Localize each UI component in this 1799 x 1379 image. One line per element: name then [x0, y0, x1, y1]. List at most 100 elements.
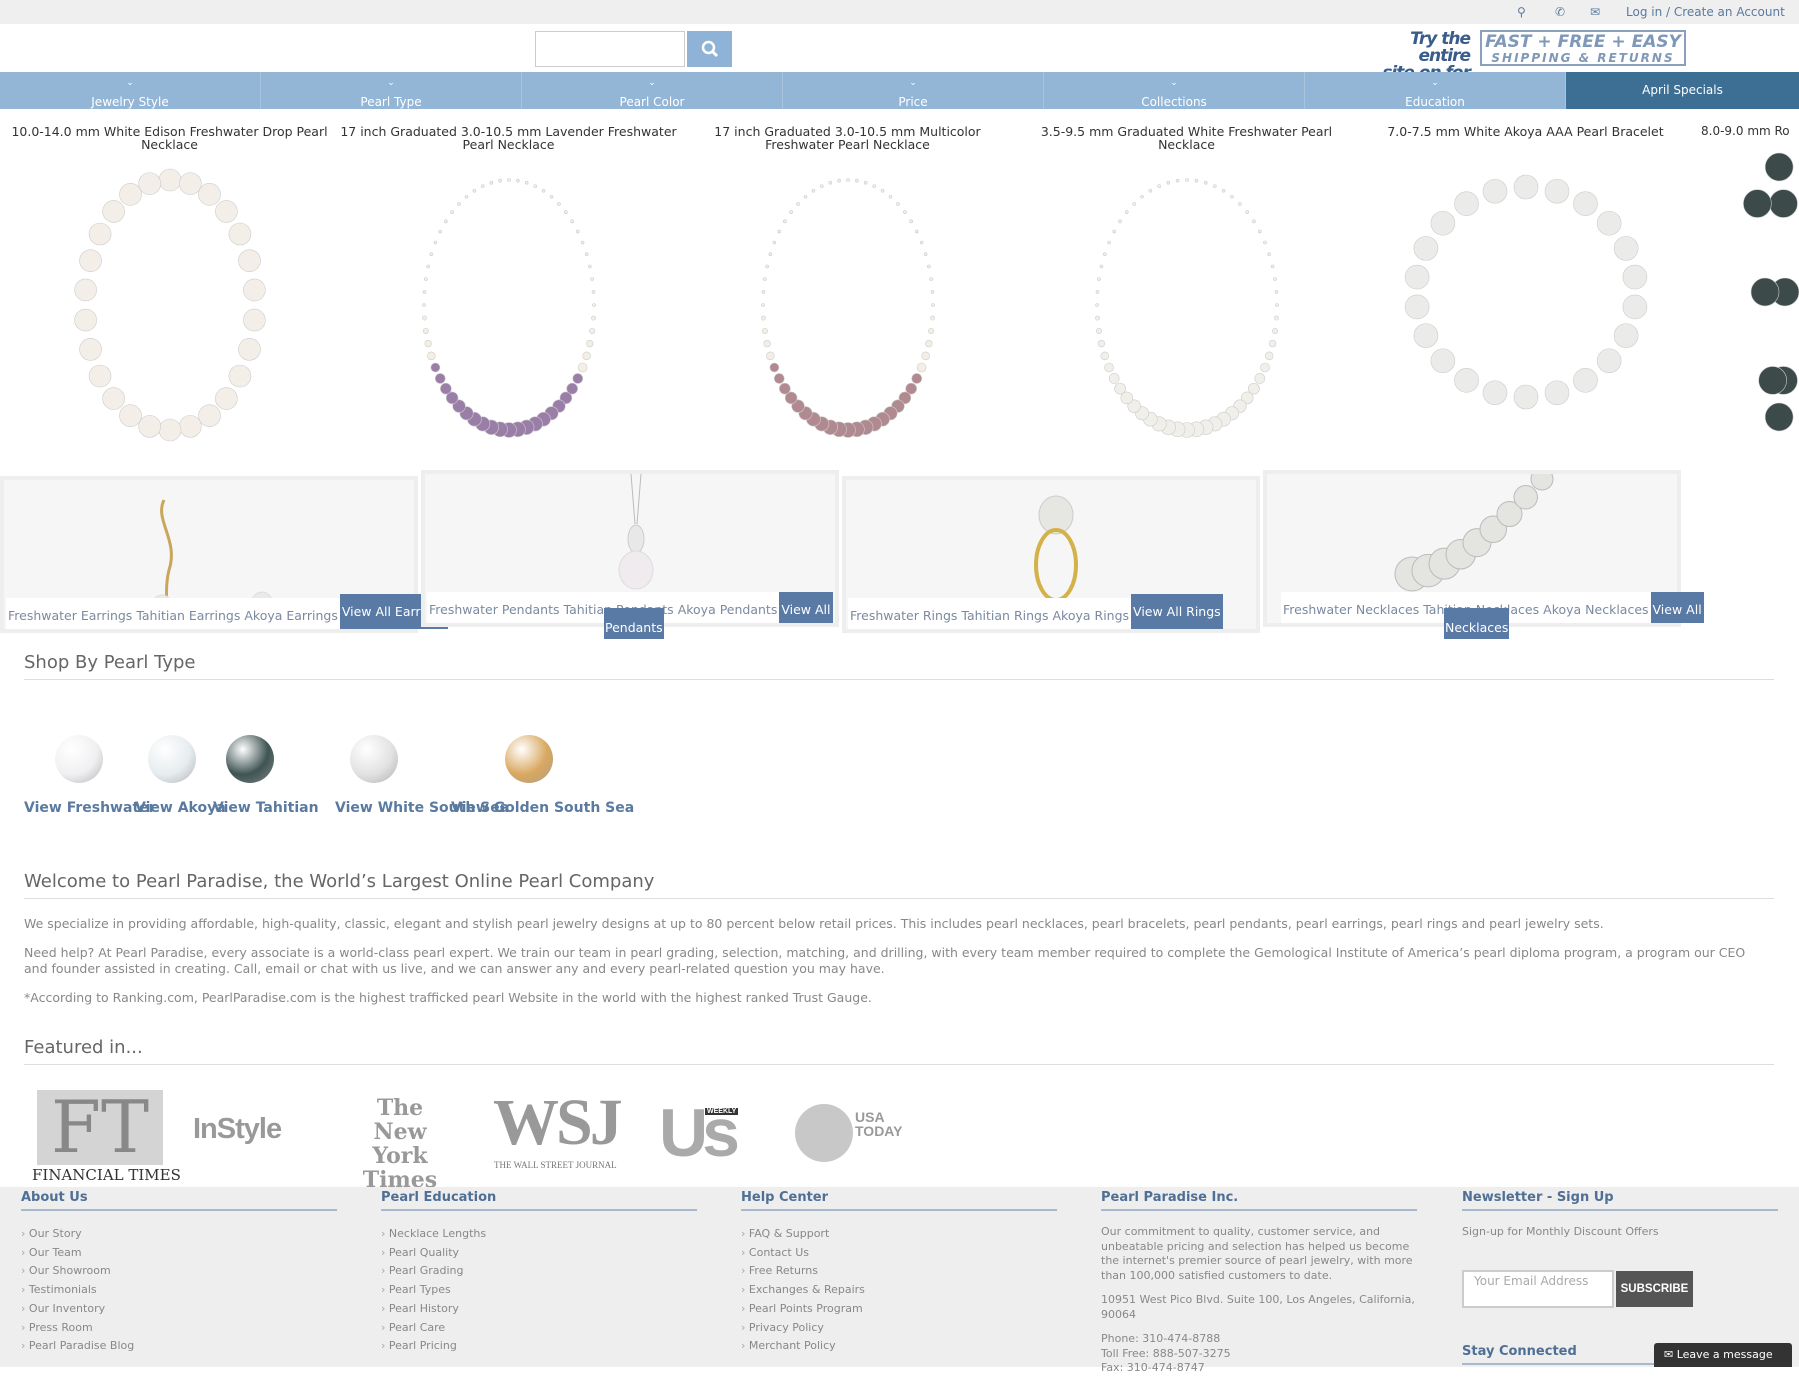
- mail-icon[interactable]: ✉: [1590, 5, 1600, 19]
- pearl-bead: [788, 210, 793, 214]
- footer-link[interactable]: Pearl Types: [381, 1281, 697, 1300]
- shop-by-heading: Shop By Pearl Type: [24, 652, 1774, 680]
- nav-education[interactable]: ⌄ Education: [1305, 72, 1566, 109]
- pearl-bead: [425, 264, 430, 269]
- footer-link[interactable]: Pearl Quality: [381, 1244, 697, 1263]
- pearl-bead: [1764, 402, 1794, 432]
- live-chat-button[interactable]: ✉ Leave a message: [1654, 1343, 1792, 1367]
- view-all-pendants-button[interactable]: View All: [779, 592, 833, 623]
- category-link[interactable]: Freshwater Necklaces: [1281, 592, 1422, 623]
- pearl-image[interactable]: [148, 735, 196, 783]
- pearl-bead: [761, 290, 765, 294]
- pearl-image[interactable]: [505, 735, 553, 783]
- product-card[interactable]: 17 inch Graduated 3.0-10.5 mm Multicolor…: [678, 125, 1017, 445]
- footer-link[interactable]: Contact Us: [741, 1244, 1057, 1263]
- category-link[interactable]: Akoya Rings: [1050, 598, 1132, 629]
- footer-link[interactable]: Our Team: [21, 1244, 337, 1263]
- category-link[interactable]: Freshwater Earrings: [6, 598, 135, 629]
- pearl-bead: [1413, 323, 1438, 348]
- subscribe-button[interactable]: SUBSCRIBE: [1616, 1271, 1693, 1307]
- product-image[interactable]: [1057, 165, 1317, 445]
- footer-link[interactable]: Merchant Policy: [741, 1337, 1057, 1356]
- pearl-bead: [782, 219, 787, 224]
- nav-jewelry-style[interactable]: ⌄ Jewelry Style: [0, 72, 261, 109]
- search-input[interactable]: [535, 31, 685, 67]
- pearl-bead: [101, 387, 125, 410]
- product-title[interactable]: 17 inch Graduated 3.0-10.5 mm Lavender F…: [339, 125, 678, 151]
- view-all-necklaces-button[interactable]: View All: [1650, 592, 1704, 623]
- pendants-overlay-label[interactable]: Pendants: [604, 608, 664, 639]
- footer-link[interactable]: Press Room: [21, 1319, 337, 1338]
- category-link[interactable]: Akoya Pendants: [675, 592, 780, 623]
- product-title[interactable]: 3.5-9.5 mm Graduated White Freshwater Pe…: [1017, 125, 1356, 151]
- footer-link[interactable]: Our Showroom: [21, 1262, 337, 1281]
- search-icon: [701, 40, 718, 58]
- product-image[interactable]: [1396, 152, 1656, 432]
- footer-about: About UsOur StoryOur TeamOur ShowroomTes…: [21, 1190, 337, 1356]
- product-card[interactable]: 17 inch Graduated 3.0-10.5 mm Lavender F…: [339, 125, 678, 445]
- product-title[interactable]: 17 inch Graduated 3.0-10.5 mm Multicolor…: [678, 125, 1017, 151]
- category-link[interactable]: Akoya Necklaces: [1541, 592, 1651, 623]
- footer-link[interactable]: Pearl Paradise Blog: [21, 1337, 337, 1356]
- footer-link[interactable]: Privacy Policy: [741, 1319, 1057, 1338]
- welcome-paragraph: We specialize in providing affordable, h…: [24, 916, 1604, 931]
- pearl-image[interactable]: [350, 735, 398, 783]
- footer-link[interactable]: Our Inventory: [21, 1300, 337, 1319]
- product-title[interactable]: 8.0-9.0 mm Ro: [1695, 125, 1799, 138]
- product-image[interactable]: [40, 165, 300, 445]
- login-link[interactable]: Log in / Create an Account: [1626, 5, 1785, 19]
- pearl-bead: [765, 351, 775, 361]
- product-image[interactable]: [1695, 152, 1799, 432]
- product-card[interactable]: 7.0-7.5 mm White Akoya AAA Pearl Bracele…: [1356, 125, 1695, 432]
- pearl-bead: [1097, 339, 1105, 348]
- product-card[interactable]: 10.0-14.0 mm White Edison Freshwater Dro…: [0, 125, 339, 445]
- product-card[interactable]: 8.0-9.0 mm Ro: [1695, 125, 1799, 432]
- category-link[interactable]: Tahitian Earrings: [134, 598, 243, 629]
- pearl-bead: [443, 219, 448, 224]
- nav-pearl-type[interactable]: ⌄ Pearl Type: [261, 72, 522, 109]
- nav-price[interactable]: ⌄ Price: [783, 72, 1044, 109]
- pearl-bead: [577, 362, 587, 373]
- pearl-image[interactable]: [55, 735, 103, 783]
- usa-today-text: USA TODAY: [855, 1109, 903, 1139]
- footer-link[interactable]: Testimonials: [21, 1281, 337, 1300]
- pearl-type-link[interactable]: View Golden South Sea: [451, 800, 634, 816]
- footer-link[interactable]: Pearl Grading: [381, 1262, 697, 1281]
- footer-link[interactable]: Pearl Pricing: [381, 1337, 697, 1356]
- product-image[interactable]: [379, 165, 639, 445]
- pearl-bead: [1404, 294, 1429, 320]
- search-button[interactable]: [687, 31, 732, 67]
- search-icon[interactable]: ⚲: [1517, 5, 1526, 19]
- nav-collections[interactable]: ⌄ Collections: [1044, 72, 1305, 109]
- footer-link[interactable]: Our Story: [21, 1225, 337, 1244]
- product-title[interactable]: 10.0-14.0 mm White Edison Freshwater Dro…: [0, 125, 339, 151]
- footer-link[interactable]: Exchanges & Repairs: [741, 1281, 1057, 1300]
- phone-icon[interactable]: ✆: [1555, 5, 1565, 19]
- category-link[interactable]: Freshwater Pendants: [427, 592, 562, 623]
- product-card[interactable]: 3.5-9.5 mm Graduated White Freshwater Pe…: [1017, 125, 1356, 445]
- pearl-image[interactable]: [226, 735, 274, 783]
- nav-april-specials[interactable]: April Specials: [1566, 72, 1799, 109]
- product-image[interactable]: [718, 165, 978, 445]
- footer-link[interactable]: Pearl History: [381, 1300, 697, 1319]
- necklaces-overlay-label[interactable]: Necklaces: [1444, 608, 1510, 639]
- category-link[interactable]: Akoya Earrings: [242, 598, 340, 629]
- footer-link[interactable]: Free Returns: [741, 1262, 1057, 1281]
- pearl-type-link[interactable]: View Tahitian: [213, 800, 319, 816]
- pearl-bead: [197, 183, 221, 206]
- view-all-rings-button[interactable]: View All Rings: [1131, 594, 1223, 629]
- pearl-bead: [1102, 252, 1107, 256]
- pearl-bead: [581, 351, 591, 361]
- footer-company: Pearl Paradise Inc. Our commitment to qu…: [1101, 1190, 1417, 1376]
- product-title[interactable]: 7.0-7.5 mm White Akoya AAA Pearl Bracele…: [1356, 125, 1695, 138]
- shipping-banner[interactable]: FAST + FREE + EASY SHIPPING & RETURNS: [1480, 30, 1686, 66]
- category-link[interactable]: Freshwater Rings: [848, 598, 960, 629]
- footer-link[interactable]: Pearl Points Program: [741, 1300, 1057, 1319]
- newsletter-email-input[interactable]: Your Email Address: [1462, 1270, 1614, 1308]
- footer-link[interactable]: Necklace Lengths: [381, 1225, 697, 1244]
- footer-link[interactable]: Pearl Care: [381, 1319, 697, 1338]
- pearl-bead: [1094, 303, 1099, 307]
- nav-pearl-color[interactable]: ⌄ Pearl Color: [522, 72, 783, 109]
- footer-link[interactable]: FAQ & Support: [741, 1225, 1057, 1244]
- category-link[interactable]: Tahitian Rings: [959, 598, 1051, 629]
